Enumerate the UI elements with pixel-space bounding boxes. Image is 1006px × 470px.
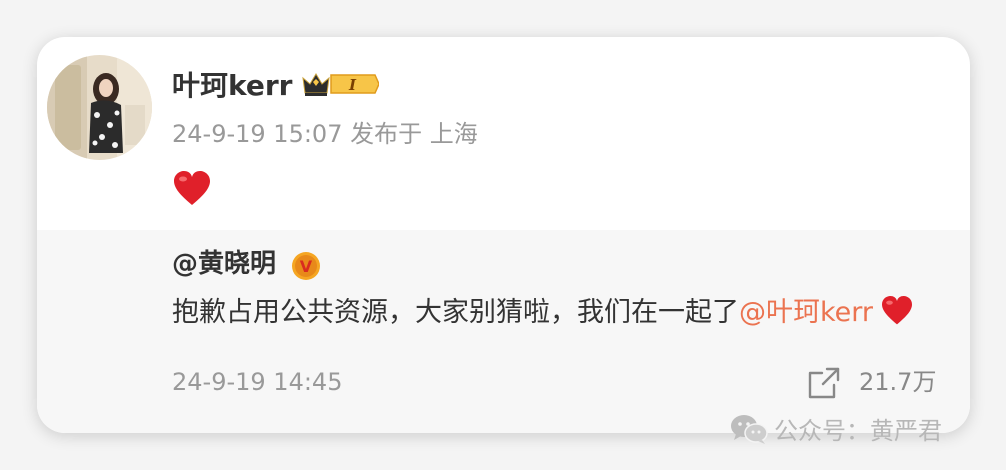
vip-level-label: I bbox=[348, 76, 357, 94]
weibo-post-card: 叶珂kerr I 24-9-19 15:07 发布于 上海 @黄晓明 V 抱歉占… bbox=[37, 37, 970, 433]
share-count[interactable]: 21.7万 bbox=[859, 365, 936, 399]
watermark-text: 公众号：黄严君 bbox=[774, 417, 942, 445]
avatar[interactable] bbox=[47, 55, 152, 160]
post-location: 发布于 上海 bbox=[350, 120, 478, 148]
post-timestamp[interactable]: 24-9-19 15:07 bbox=[172, 120, 342, 148]
repost-author[interactable]: @黄晓明 bbox=[172, 244, 276, 284]
verified-letter: V bbox=[300, 257, 313, 276]
wechat-icon bbox=[731, 415, 768, 444]
repost-timestamp[interactable]: 24-9-19 14:45 bbox=[172, 365, 342, 399]
repost-text: 抱歉占用公共资源，大家别猜啦，我们在一起了 bbox=[172, 297, 739, 328]
post-meta: 24-9-19 15:07 发布于 上海 bbox=[172, 117, 478, 151]
watermark: 公众号：黄严君 bbox=[730, 413, 942, 447]
share-icon[interactable] bbox=[807, 366, 841, 404]
vip-crown-icon[interactable]: I bbox=[301, 69, 380, 103]
repost-block[interactable]: @黄晓明 V 抱歉占用公共资源，大家别猜啦，我们在一起了@叶珂kerr 24-9… bbox=[37, 230, 970, 433]
red-heart-emoji-icon bbox=[173, 171, 211, 211]
verified-v-icon: V bbox=[291, 251, 321, 285]
post-username[interactable]: 叶珂kerr bbox=[172, 66, 292, 106]
repost-content: 抱歉占用公共资源，大家别猜啦，我们在一起了@叶珂kerr bbox=[172, 293, 913, 338]
red-heart-emoji-icon bbox=[881, 296, 913, 338]
mention-link[interactable]: @叶珂kerr bbox=[739, 297, 873, 328]
